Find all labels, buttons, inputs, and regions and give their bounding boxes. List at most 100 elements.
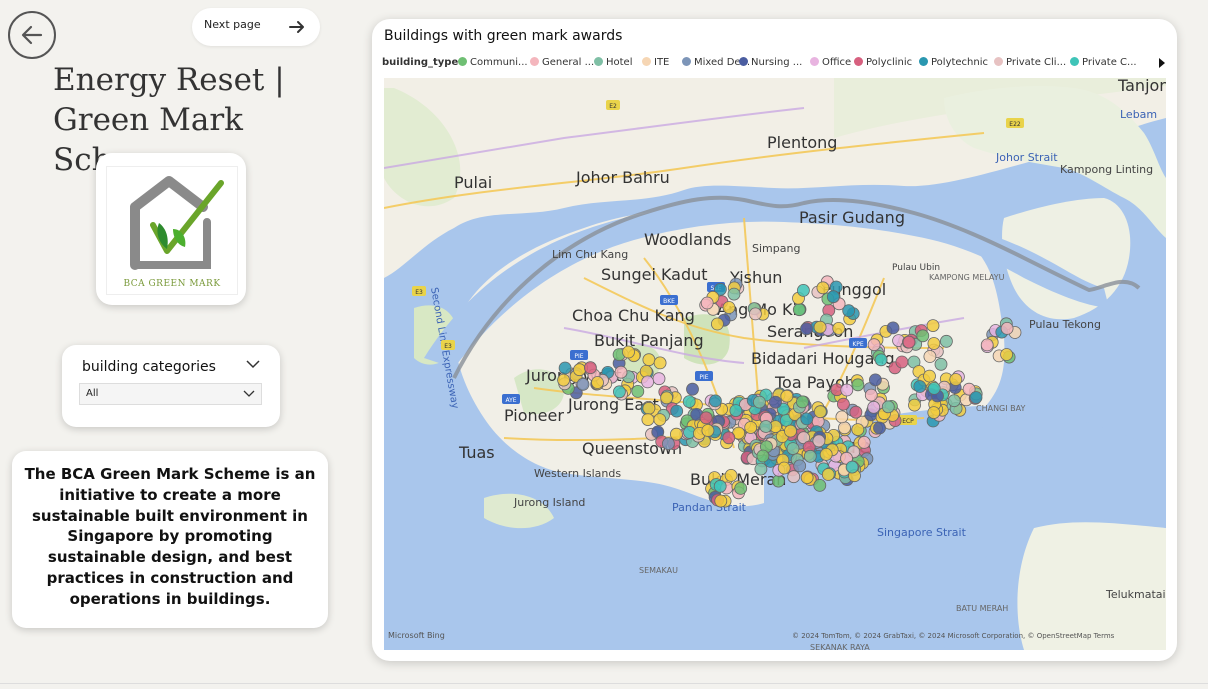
building-marker[interactable] [819, 447, 833, 461]
building-marker[interactable] [701, 424, 715, 437]
building-marker[interactable] [786, 442, 800, 456]
building-marker[interactable] [895, 355, 909, 369]
building-marker[interactable] [926, 319, 940, 333]
building-marker[interactable] [714, 494, 728, 508]
building-marker[interactable] [641, 413, 655, 427]
legend-item[interactable]: Communi... [458, 57, 528, 68]
building-marker[interactable] [558, 361, 572, 375]
legend-item[interactable]: Private Cli... [994, 57, 1066, 68]
building-marker[interactable] [916, 329, 930, 343]
building-marker[interactable] [934, 357, 948, 371]
building-marker[interactable] [557, 373, 571, 387]
building-marker[interactable] [927, 406, 941, 420]
building-marker[interactable] [913, 380, 927, 393]
building-marker[interactable] [927, 337, 941, 350]
building-marker[interactable] [816, 281, 830, 295]
building-marker[interactable] [661, 437, 675, 451]
building-marker[interactable] [744, 421, 758, 434]
building-marker[interactable] [573, 363, 586, 377]
building-marker[interactable] [845, 460, 859, 474]
building-marker[interactable] [713, 479, 727, 493]
building-marker[interactable] [727, 287, 741, 301]
building-marker[interactable] [800, 322, 813, 336]
building-marker[interactable] [756, 449, 770, 463]
building-marker[interactable] [622, 345, 635, 359]
chevron-down-icon[interactable] [246, 359, 260, 369]
legend-item[interactable]: Polyclinic [854, 57, 912, 68]
building-marker[interactable] [851, 378, 865, 392]
building-marker[interactable] [759, 420, 773, 433]
building-marker[interactable] [682, 395, 696, 409]
building-marker[interactable] [923, 350, 937, 363]
legend-item[interactable]: General ... [530, 57, 594, 68]
legend-item[interactable]: Nursing ... [739, 57, 802, 68]
building-marker[interactable] [803, 449, 817, 463]
building-marker[interactable] [927, 381, 941, 395]
building-marker[interactable] [940, 334, 953, 348]
building-marker[interactable] [821, 468, 835, 481]
building-marker[interactable] [851, 423, 865, 437]
building-marker[interactable] [641, 375, 655, 389]
building-marker[interactable] [729, 404, 743, 418]
building-marker[interactable] [769, 395, 782, 409]
map-canvas[interactable]: Tanjon Lebam Plentong Pulai Johor Bahru Johor… [384, 78, 1166, 650]
building-marker[interactable] [670, 404, 684, 418]
building-marker[interactable] [857, 435, 871, 449]
building-marker[interactable] [868, 373, 882, 387]
building-marker[interactable] [748, 307, 762, 321]
building-marker[interactable] [591, 376, 604, 389]
next-page-button[interactable]: Next page [192, 8, 320, 46]
building-marker[interactable] [669, 427, 683, 441]
building-marker[interactable] [653, 356, 667, 370]
building-marker[interactable] [840, 383, 854, 397]
building-marker[interactable] [813, 405, 827, 419]
building-marker[interactable] [795, 395, 809, 409]
building-marker[interactable] [832, 321, 846, 335]
building-marker[interactable] [771, 474, 785, 488]
building-marker[interactable] [923, 369, 936, 383]
legend-item[interactable]: Private C... [1070, 57, 1137, 68]
building-marker[interactable] [792, 303, 806, 317]
building-marker[interactable] [1000, 348, 1013, 361]
legend-item[interactable]: Polytechnic [919, 57, 988, 68]
building-marker[interactable] [947, 394, 961, 408]
building-marker[interactable] [752, 395, 766, 409]
building-marker[interactable] [873, 421, 886, 435]
building-marker[interactable] [969, 391, 983, 404]
building-marker[interactable] [835, 410, 849, 424]
building-marker[interactable] [826, 290, 840, 304]
building-marker[interactable] [980, 338, 994, 352]
building-marker[interactable] [710, 317, 724, 331]
building-marker[interactable] [812, 434, 826, 448]
building-marker[interactable] [838, 421, 851, 435]
legend-item[interactable]: Hotel [594, 57, 633, 68]
building-marker[interactable] [902, 335, 916, 349]
building-marker[interactable] [874, 353, 888, 367]
building-marker[interactable] [642, 353, 656, 367]
building-marker[interactable] [813, 478, 827, 492]
building-marker[interactable] [631, 384, 645, 398]
building-marker[interactable] [660, 391, 674, 405]
building-marker[interactable] [724, 468, 738, 482]
building-marker[interactable] [614, 365, 628, 379]
building-marker[interactable] [1000, 321, 1014, 335]
building-marker[interactable] [686, 382, 699, 396]
building-marker[interactable] [722, 301, 736, 314]
building-marker[interactable] [780, 389, 794, 403]
building-marker[interactable] [576, 377, 590, 391]
slicer-dropdown[interactable]: All [79, 383, 262, 405]
building-marker[interactable] [652, 372, 666, 386]
building-marker[interactable] [787, 470, 801, 484]
building-marker[interactable] [796, 283, 810, 297]
building-marker[interactable] [886, 321, 900, 335]
building-marker[interactable] [699, 411, 713, 425]
building-marker[interactable] [793, 459, 807, 473]
building-marker[interactable] [653, 413, 667, 427]
building-marker[interactable] [867, 400, 881, 414]
building-marker[interactable] [583, 361, 597, 375]
building-marker[interactable] [881, 400, 895, 414]
building-marker[interactable] [849, 405, 863, 419]
building-marker[interactable] [784, 424, 797, 438]
building-marker[interactable] [949, 373, 963, 386]
building-marker[interactable] [734, 481, 748, 495]
